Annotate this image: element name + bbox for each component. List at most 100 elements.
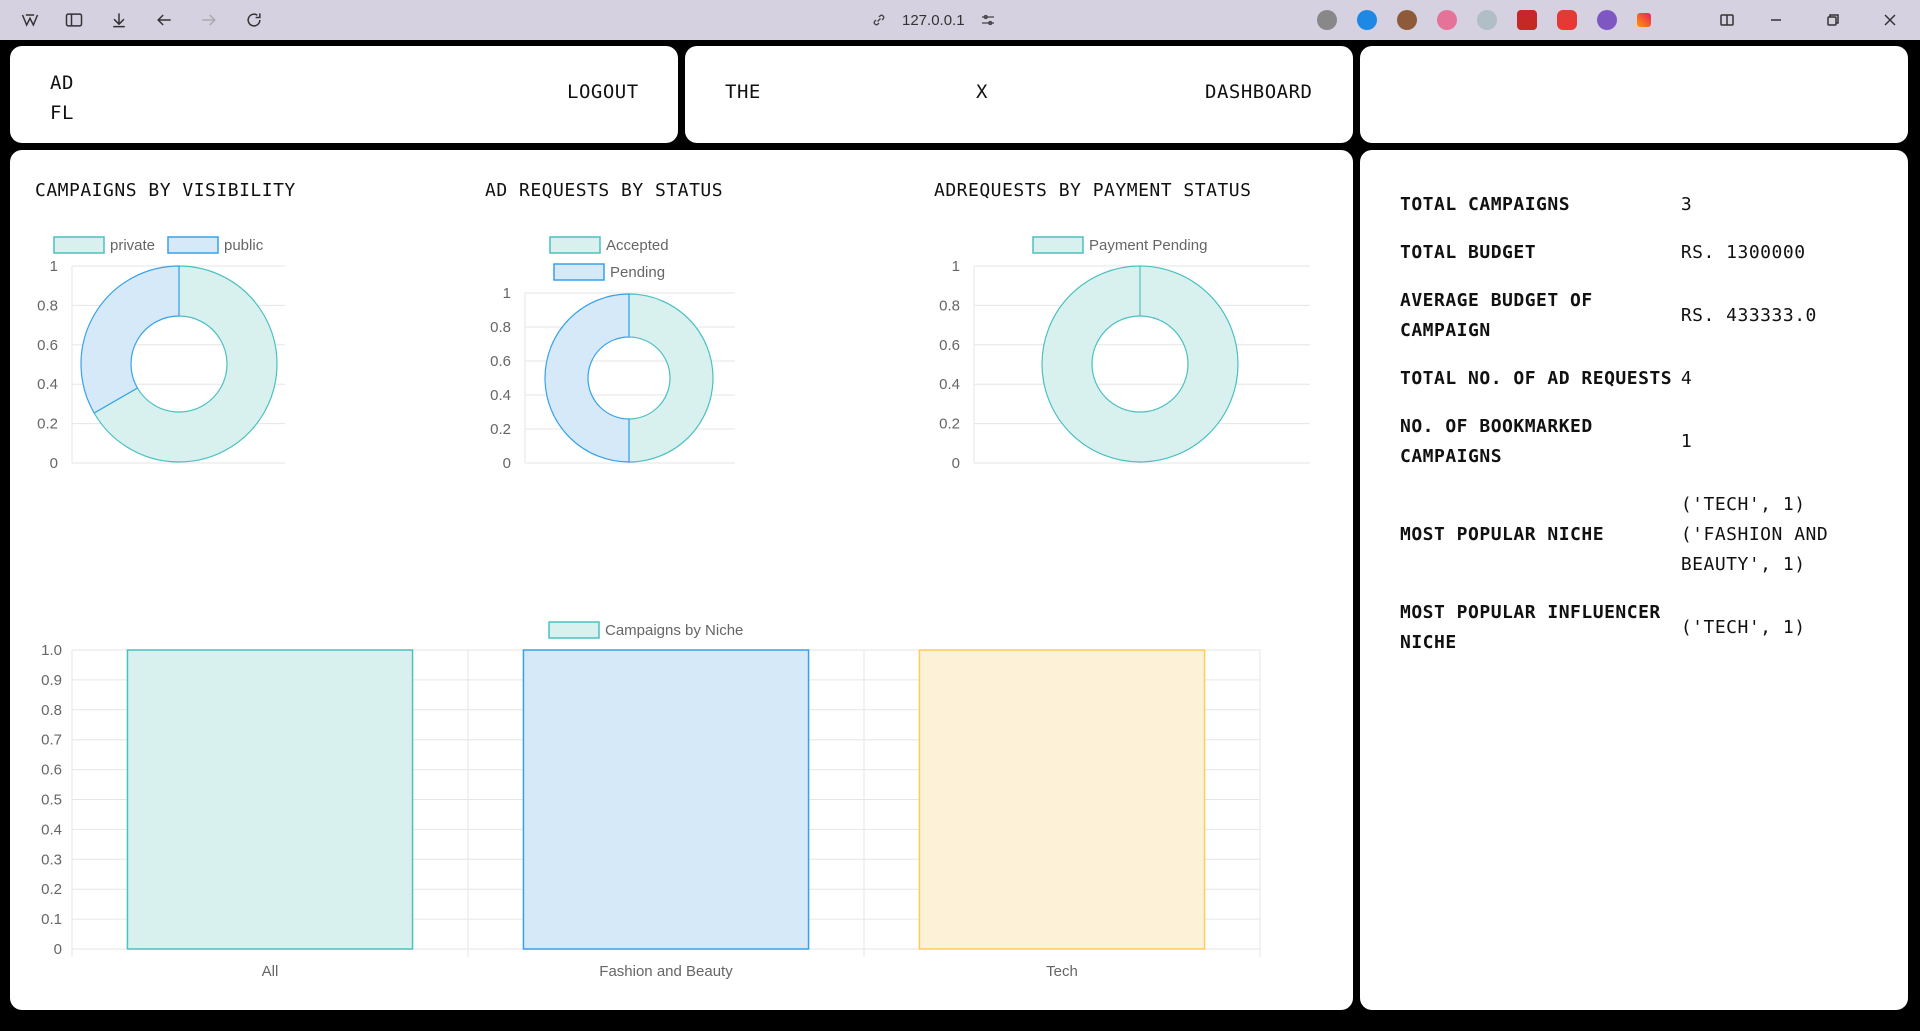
close-icon[interactable]: [1878, 8, 1902, 32]
donut1-ytick: 0.8: [490, 319, 511, 336]
color-picker-extension-icon[interactable]: [1637, 13, 1651, 27]
stat-value: 1: [1680, 431, 1693, 452]
stat-label: TOTAL CAMPAIGNS: [1400, 194, 1571, 215]
bar-ytick: 0.3: [41, 851, 62, 868]
donut1-slice: [544, 293, 630, 463]
donut0-legend-0-swatch: [53, 236, 105, 254]
shield-extension-icon[interactable]: [1477, 10, 1497, 30]
stat-row: NO. OF BOOKMARKED CAMPAIGNS 1: [1400, 412, 1880, 472]
donut1-legend-0-swatch: [549, 236, 601, 254]
donut1-ytick: 0.2: [490, 421, 511, 438]
bar-xtick: Fashion and Beauty: [599, 963, 733, 980]
bar-ytick: 0.9: [41, 672, 62, 689]
bar-xtick: Tech: [1046, 963, 1078, 980]
stat-value: ('TECH', 1): [1680, 617, 1806, 638]
donut2-ytick: 0: [952, 455, 960, 472]
logout-button[interactable]: LOGOUT: [567, 81, 639, 103]
bar: [918, 649, 1206, 950]
nav-link-dashboard[interactable]: DASHBOARD: [1205, 81, 1312, 103]
brand-logo: AD FL: [50, 68, 74, 128]
header-empty-panel: [1360, 46, 1908, 143]
download-icon[interactable]: [107, 8, 131, 32]
bar-xtick: All: [262, 963, 279, 980]
donut2-ytick: 0.4: [939, 376, 960, 393]
donut0-ytick: 1: [50, 258, 58, 275]
shazam-extension-icon[interactable]: [1357, 10, 1377, 30]
bar-ytick: 1.0: [41, 642, 62, 659]
cookie-extension-icon[interactable]: [1397, 10, 1417, 30]
stat-label: TOTAL NO. OF AD REQUESTS: [1400, 368, 1673, 389]
donut0-slice: [80, 265, 180, 414]
purple-extension-icon[interactable]: [1597, 10, 1617, 30]
site-settings-icon[interactable]: [979, 11, 997, 29]
donut2-ytick: 1: [952, 258, 960, 275]
sidebar-toggle-icon[interactable]: [62, 8, 86, 32]
donut1-ytick: 1: [503, 285, 511, 302]
donut1-slice: [628, 293, 714, 463]
donut1-legend-0-label: Accepted: [606, 237, 669, 254]
bar-ytick: 0.1: [41, 911, 62, 928]
minimize-icon[interactable]: [1764, 8, 1788, 32]
address-bar[interactable]: 127.0.0.1: [870, 8, 997, 32]
header-nav-panel: THE X DASHBOARD: [685, 46, 1353, 143]
ublock-extension-icon[interactable]: [1517, 10, 1537, 30]
stat-row: TOTAL BUDGET RS. 1300000: [1400, 238, 1880, 268]
stat-row: TOTAL NO. OF AD REQUESTS 4: [1400, 364, 1880, 394]
bar-ytick: 0: [54, 941, 62, 958]
download-extension-icon[interactable]: [1437, 10, 1457, 30]
stat-row: TOTAL CAMPAIGNS 3: [1400, 190, 1880, 220]
donut1-legend-1-label: Pending: [610, 264, 665, 281]
stat-label: AVERAGE BUDGET OF CAMPAIGN: [1400, 290, 1593, 341]
donut0-ytick: 0.2: [37, 416, 58, 433]
stat-row: MOST POPULAR NICHE ('TECH', 1) ('FASHION …: [1400, 490, 1880, 580]
stat-label: MOST POPULAR NICHE: [1400, 524, 1605, 545]
donut0-ytick: 0: [50, 455, 58, 472]
bar-legend-label: Campaigns by Niche: [605, 622, 743, 639]
stat-label: MOST POPULAR INFLUENCER NICHE: [1400, 602, 1661, 653]
split-view-icon[interactable]: [1715, 8, 1739, 32]
bug-extension-icon[interactable]: [1317, 10, 1337, 30]
browser-logo-icon[interactable]: [18, 8, 42, 32]
donut0-legend-1-label: public: [224, 237, 264, 254]
stat-value: RS. 433333.0: [1680, 305, 1817, 326]
donut2-ytick: 0.2: [939, 416, 960, 433]
bar-ytick: 0.4: [41, 821, 62, 838]
header-brand-panel: AD FL LOGOUT: [10, 46, 678, 143]
restore-icon[interactable]: [1821, 8, 1845, 32]
bar-ytick: 0.5: [41, 792, 62, 809]
youtube-extension-icon[interactable]: [1557, 10, 1577, 30]
nav-link-x[interactable]: X: [976, 81, 988, 103]
donut0-ytick: 0.4: [37, 376, 58, 393]
donut0-ytick: 0.6: [37, 337, 58, 354]
donut0-ytick: 0.8: [37, 297, 58, 314]
donut2-ytick: 0.8: [939, 297, 960, 314]
brand-line-1: AD: [50, 72, 74, 94]
donut1-ytick: 0: [503, 455, 511, 472]
reload-icon[interactable]: [242, 8, 266, 32]
donut2-slice-inner-border: [1091, 315, 1189, 413]
stat-value: RS. 1300000: [1680, 242, 1806, 263]
forward-icon[interactable]: [197, 8, 221, 32]
bar-ytick: 0.6: [41, 762, 62, 779]
donut2-ytick: 0.6: [939, 337, 960, 354]
donut0-legend-1-swatch: [167, 236, 219, 254]
donut1-legend-1-swatch: [553, 263, 605, 281]
charts-canvas: private public 0 0.2 0.4 0.6 0.8 1 Accepted Pendi…: [37, 236, 1310, 980]
nav-link-the[interactable]: THE: [725, 81, 761, 103]
charts-panel: CAMPAIGNS BY VISIBILITY AD REQUESTS BY S…: [10, 150, 1353, 1010]
url-text[interactable]: 127.0.0.1: [902, 12, 965, 29]
stat-row: AVERAGE BUDGET OF CAMPAIGN RS. 433333.0: [1400, 286, 1880, 346]
stat-value: 4: [1680, 368, 1693, 389]
stat-value: ('TECH', 1) ('FASHION AND BEAUTY', 1): [1680, 494, 1829, 575]
bar-ytick: 0.7: [41, 732, 62, 749]
donut2-legend-0-label: Payment Pending: [1089, 237, 1207, 254]
stat-row: MOST POPULAR INFLUENCER NICHE ('TECH', 1): [1400, 598, 1880, 658]
back-icon[interactable]: [152, 8, 176, 32]
stats-list: TOTAL CAMPAIGNS 3 TOTAL BUDGET RS. 1300000 A…: [1400, 190, 1880, 676]
stat-label: NO. OF BOOKMARKED CAMPAIGNS: [1400, 416, 1593, 467]
bar: [126, 649, 414, 950]
bar-legend-swatch: [548, 621, 600, 639]
bar-ytick: 0.8: [41, 702, 62, 719]
donut1-ytick: 0.4: [490, 387, 511, 404]
donut0-legend-0-label: private: [110, 237, 155, 254]
